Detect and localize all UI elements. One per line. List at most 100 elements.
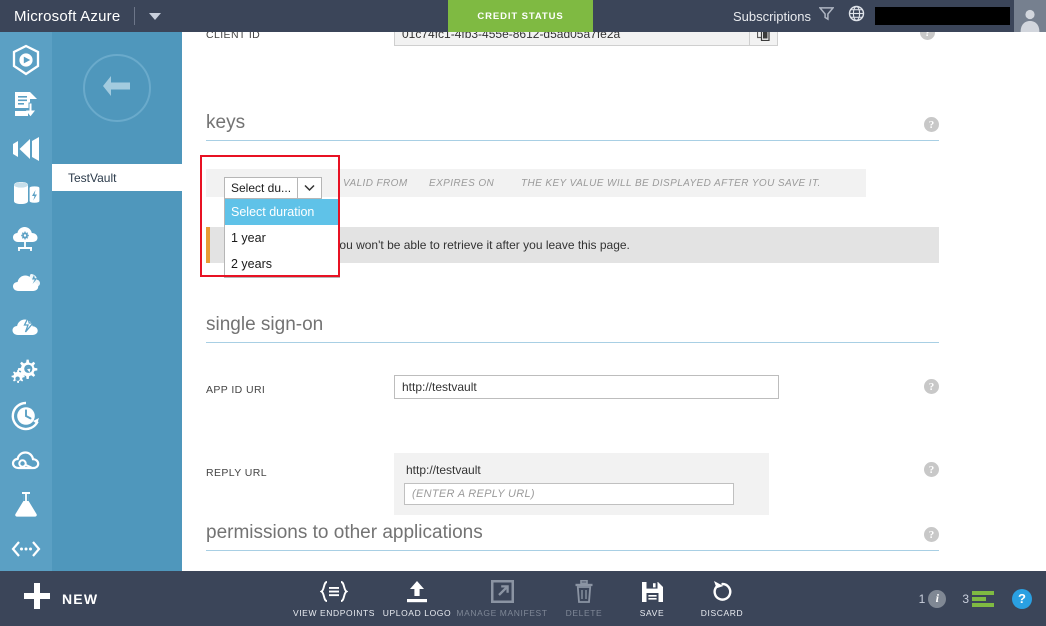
duration-dropdown-toggle[interactable]: Select du... — [224, 177, 322, 199]
upload-logo-label: UPLOAD LOGO — [382, 607, 452, 618]
rail-item-cloud-bolt[interactable] — [0, 305, 52, 349]
rail-item-flask[interactable] — [0, 482, 52, 526]
rail-item-database[interactable] — [0, 171, 52, 215]
header-divider — [134, 7, 136, 25]
discard-button[interactable]: DISCARD — [684, 574, 760, 623]
jobs-count: 3 — [962, 591, 969, 606]
back-button[interactable] — [83, 54, 151, 122]
rail-item-more[interactable] — [0, 527, 52, 571]
permissions-section-rule — [206, 550, 939, 551]
save-button[interactable]: SAVE — [620, 574, 684, 623]
discard-label: DISCARD — [700, 607, 744, 618]
app-id-uri-input[interactable]: http://testvault — [394, 375, 779, 399]
job-bar — [972, 596, 986, 601]
top-header-bar: Microsoft Azure CREDIT STATUS Subscripti… — [0, 0, 1046, 32]
rail-item-cloud-link[interactable] — [0, 438, 52, 482]
keys-section: keys ? VALID FROM EXPIRES ON THE KEY VAL… — [206, 112, 1022, 278]
rail-item-cloud-services[interactable] — [0, 216, 52, 260]
duration-option-1-year[interactable]: 1 year — [225, 225, 339, 251]
reply-url-label: REPLY URL — [206, 467, 267, 479]
rail-item-clock-history[interactable] — [0, 393, 52, 437]
rail-item-gears[interactable] — [0, 349, 52, 393]
view-endpoints-label: VIEW ENDPOINTS — [292, 607, 376, 618]
credit-status-button[interactable]: CREDIT STATUS — [448, 0, 593, 32]
info-icon[interactable]: i — [928, 589, 947, 608]
duration-option-2-years[interactable]: 2 years — [225, 251, 339, 277]
client-id-input[interactable]: 01c74fc1-4fb3-455e-8612-d5ad05a7fe2a — [394, 32, 750, 46]
new-button[interactable]: NEW — [24, 583, 98, 614]
client-id-row: CLIENT ID 01c74fc1-4fb3-455e-8612-d5ad05… — [206, 32, 1022, 61]
portal-icon — [10, 44, 42, 76]
more-icon — [10, 533, 42, 565]
clock-history-icon — [10, 400, 42, 432]
save-icon — [641, 580, 664, 604]
cloud-link-icon — [10, 444, 42, 476]
upload-logo-button[interactable]: UPLOAD LOGO — [378, 574, 456, 623]
globe-icon[interactable] — [848, 5, 865, 27]
duration-dropdown-list[interactable]: Select duration 1 year 2 years — [224, 199, 340, 278]
bottom-command-bar: NEW VIEW ENDPOINTS UPLOAD LOGO MANAGE MA… — [0, 571, 1046, 626]
cloud-services-icon — [10, 222, 42, 254]
manage-manifest-button[interactable]: MANAGE MANIFEST — [456, 574, 548, 623]
duration-dropdown[interactable]: Select du... Select duration 1 year 2 ye… — [224, 177, 340, 278]
help-icon[interactable]: ? — [924, 462, 939, 477]
discard-icon — [711, 580, 734, 604]
left-icon-rail — [0, 32, 52, 571]
permissions-section-title: permissions to other applications — [206, 522, 483, 543]
rail-item-cloud-weather[interactable] — [0, 260, 52, 304]
publish-icon — [10, 89, 42, 121]
rail-item-publish[interactable] — [0, 82, 52, 126]
visual-studio-icon — [10, 133, 42, 165]
filter-icon[interactable] — [818, 6, 835, 26]
chevron-down-icon[interactable] — [149, 12, 162, 20]
help-icon[interactable]: ? — [924, 117, 939, 132]
resource-journey-strip: TestVault — [52, 32, 182, 571]
reply-url-input[interactable]: (ENTER A REPLY URL) — [404, 483, 734, 505]
delete-button[interactable]: DELETE — [548, 574, 620, 623]
endpoints-icon — [320, 580, 348, 604]
trash-icon — [574, 580, 594, 604]
save-label: SAVE — [639, 607, 665, 618]
help-icon[interactable]: ? — [924, 379, 939, 394]
cloud-bolt-icon — [10, 311, 42, 343]
chevron-down-icon[interactable] — [297, 178, 321, 198]
delete-label: DELETE — [565, 607, 603, 618]
status-indicators: 1 i 3 ? — [919, 571, 1032, 626]
duration-dropdown-value: Select du... — [231, 181, 292, 195]
command-buttons: VIEW ENDPOINTS UPLOAD LOGO MANAGE MANIFE… — [290, 571, 760, 626]
app-id-uri-label: APP ID URI — [206, 384, 266, 396]
help-question-icon[interactable]: ? — [1012, 588, 1032, 609]
duration-option-select-duration[interactable]: Select duration — [225, 199, 339, 225]
help-icon[interactable]: ? — [920, 32, 935, 40]
flask-icon — [10, 488, 42, 520]
sso-section-title: single sign-on — [206, 314, 324, 335]
cloud-weather-icon — [10, 266, 42, 298]
copy-icon[interactable] — [750, 32, 778, 46]
help-icon[interactable]: ? — [924, 527, 939, 542]
permissions-section: permissions to other applications ? — [206, 522, 1022, 551]
reply-url-existing-value[interactable]: http://testvault — [394, 457, 769, 483]
header-right-group: Subscriptions — [733, 0, 1046, 32]
keys-section-rule — [206, 140, 939, 141]
database-icon — [10, 177, 42, 209]
info-count: 1 — [918, 591, 926, 606]
job-bar — [972, 590, 994, 595]
manage-manifest-label: MANAGE MANIFEST — [456, 607, 548, 618]
subscriptions-label[interactable]: Subscriptions — [733, 9, 811, 24]
gears-icon — [10, 355, 42, 387]
rail-item-portal[interactable] — [0, 38, 52, 82]
rail-item-visual-studio[interactable] — [0, 127, 52, 171]
upload-icon — [405, 580, 429, 604]
azure-portal: Microsoft Azure CREDIT STATUS Subscripti… — [0, 0, 1046, 626]
sso-section: single sign-on APP ID URI http://testvau… — [206, 314, 1022, 515]
keys-col-valid-from: VALID FROM — [343, 177, 408, 189]
account-name-redacted — [875, 7, 1010, 25]
client-id-label: CLIENT ID — [206, 32, 261, 41]
reply-url-group: http://testvault (ENTER A REPLY URL) — [394, 453, 769, 515]
avatar[interactable] — [1014, 0, 1046, 32]
resource-name-tab[interactable]: TestVault — [52, 164, 182, 191]
sso-section-rule — [206, 342, 939, 343]
job-list-icon[interactable] — [972, 590, 994, 607]
view-endpoints-button[interactable]: VIEW ENDPOINTS — [290, 574, 378, 623]
back-arrow-icon — [97, 70, 137, 107]
